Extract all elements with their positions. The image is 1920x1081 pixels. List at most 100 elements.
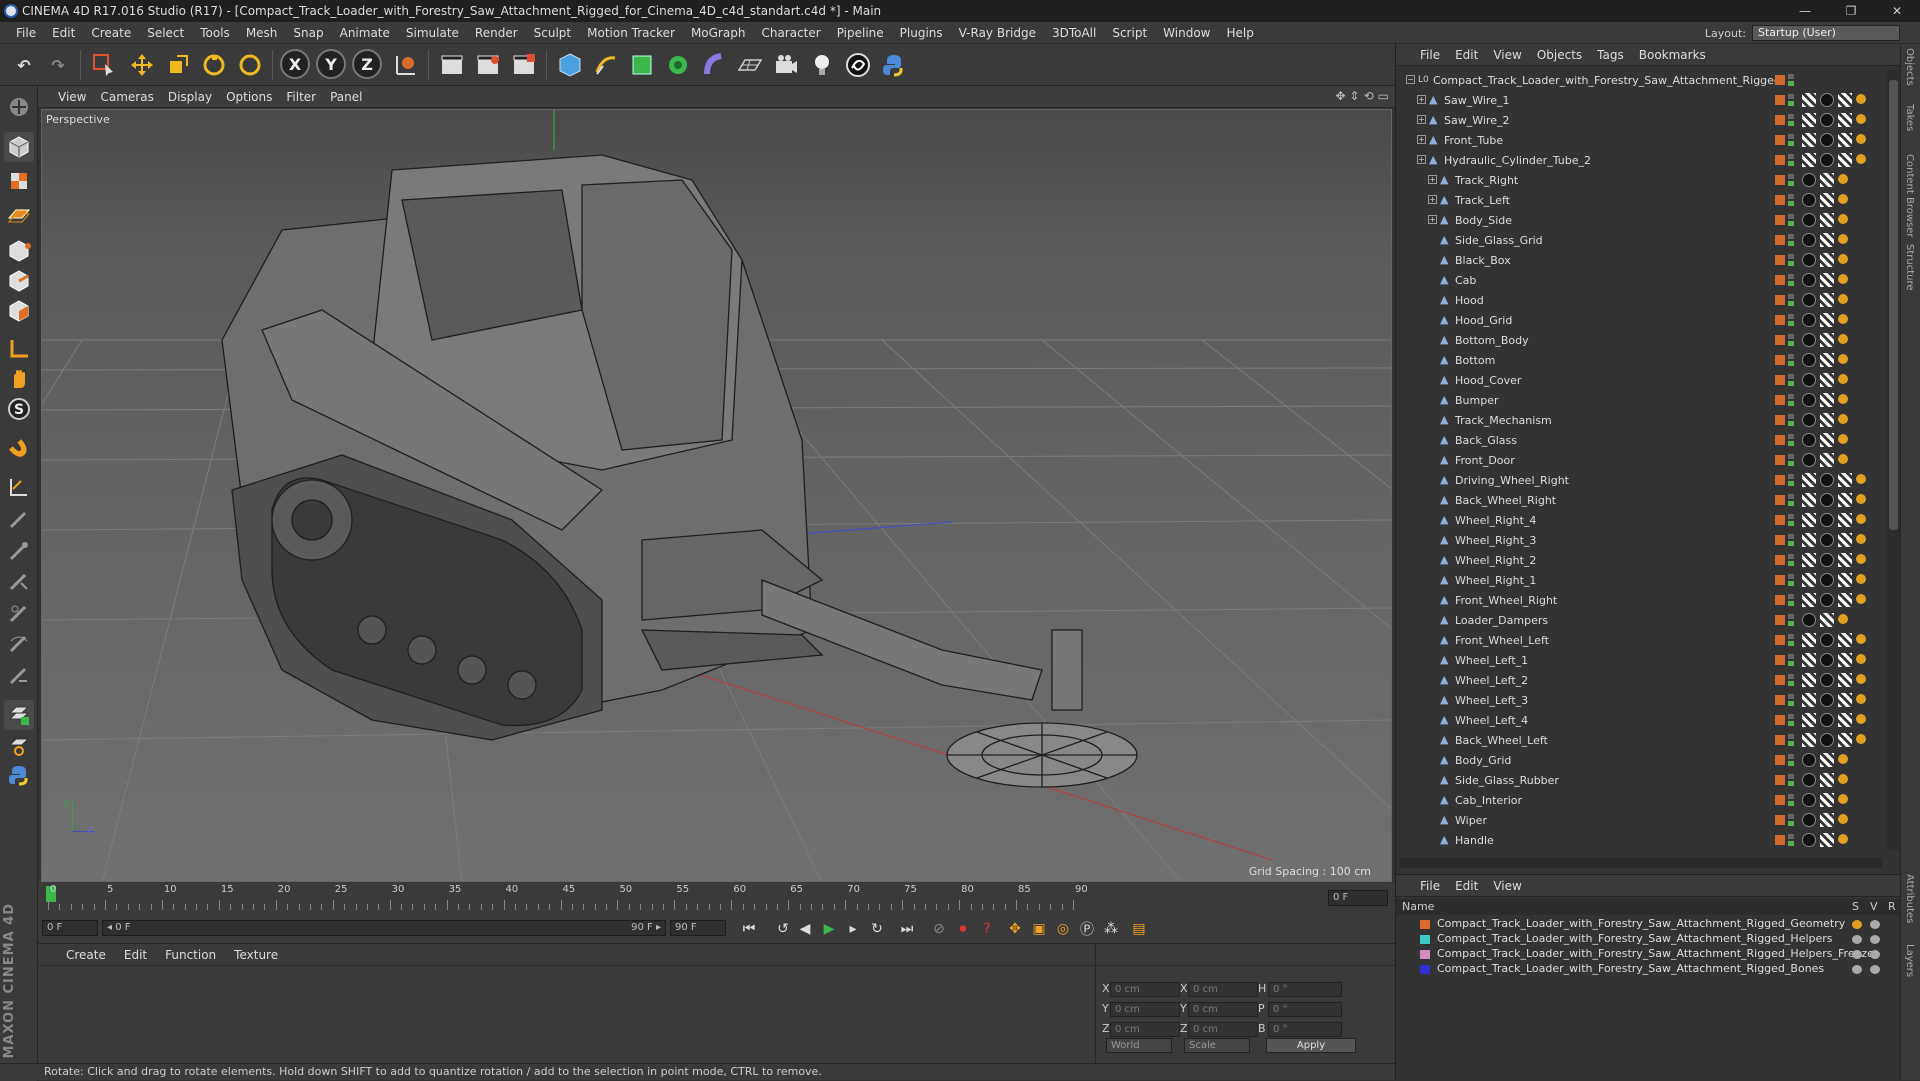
object-row[interactable]: ▲ Cab	[1396, 270, 1886, 290]
uvw-tag-icon[interactable]	[1820, 393, 1834, 407]
floor-button[interactable]	[734, 49, 766, 81]
object-row[interactable]: + ▲ Track_Right	[1396, 170, 1886, 190]
layer-color-swatch[interactable]	[1775, 835, 1785, 845]
editor-visibility-dot[interactable]	[1788, 814, 1794, 819]
object-row[interactable]: ▲ Wheel_Right_1	[1396, 570, 1886, 590]
sketch-toon-button[interactable]	[842, 49, 874, 81]
apply-button[interactable]: Apply	[1266, 1038, 1356, 1053]
editor-visibility-dot[interactable]	[1788, 614, 1794, 619]
minimize-button[interactable]: —	[1782, 0, 1828, 22]
uvw-tag-icon[interactable]	[1838, 733, 1852, 747]
uvw-tag-icon[interactable]	[1802, 673, 1816, 687]
material-tag-icon[interactable]	[1802, 793, 1816, 807]
layer-color-swatch[interactable]	[1775, 355, 1785, 365]
object-row[interactable]: ▲ Loader_Dampers	[1396, 610, 1886, 630]
texture-mode-button[interactable]	[4, 166, 34, 196]
uvw-tag-icon[interactable]	[1820, 333, 1834, 347]
menu-v-ray-bridge[interactable]: V-Ray Bridge	[951, 26, 1044, 40]
coord-value-field[interactable]: 0 cm	[1110, 982, 1180, 997]
object-row[interactable]: ▲ Wheel_Left_3	[1396, 690, 1886, 710]
uvw-tag-icon[interactable]	[1802, 493, 1816, 507]
editor-visibility-dot[interactable]	[1788, 674, 1794, 679]
render-visibility-dot[interactable]	[1788, 381, 1794, 386]
phong-tag-icon[interactable]	[1838, 414, 1848, 424]
object-row[interactable]: ▲ Driving_Wheel_Right	[1396, 470, 1886, 490]
menu-tools[interactable]: Tools	[192, 26, 238, 40]
object-row[interactable]: ▲ Side_Glass_Rubber	[1396, 770, 1886, 790]
uvw-tag-icon[interactable]	[1838, 673, 1852, 687]
phong-tag-icon[interactable]	[1838, 454, 1848, 464]
uvw-tag-icon[interactable]	[1802, 593, 1816, 607]
material-tag-icon[interactable]	[1802, 613, 1816, 627]
layer-color-swatch[interactable]	[1775, 635, 1785, 645]
uvw-tag-icon[interactable]	[1820, 273, 1834, 287]
material-tag-icon[interactable]	[1820, 693, 1834, 707]
layer-color-swatch[interactable]	[1775, 675, 1785, 685]
layer-color-swatch[interactable]	[1775, 555, 1785, 565]
editor-visibility-dot[interactable]	[1788, 514, 1794, 519]
layer-row[interactable]: Compact_Track_Loader_with_Forestry_Saw_A…	[1396, 917, 1901, 932]
material-tag-icon[interactable]	[1820, 553, 1834, 567]
points-mode-button[interactable]	[4, 236, 34, 266]
render-visibility-dot[interactable]	[1788, 541, 1794, 546]
object-menu-objects[interactable]: Objects	[1537, 48, 1582, 62]
uvw-tag-icon[interactable]	[1838, 633, 1852, 647]
layer-solo-icon[interactable]	[1852, 965, 1862, 974]
menu-simulate[interactable]: Simulate	[398, 26, 467, 40]
grid-lock-button[interactable]	[4, 700, 34, 730]
uvw-tag-icon[interactable]	[1838, 93, 1852, 107]
world-dropdown[interactable]: World	[1106, 1038, 1172, 1053]
editor-visibility-dot[interactable]	[1788, 574, 1794, 579]
polygons-mode-button[interactable]	[4, 296, 34, 326]
object-row[interactable]: ▲ Back_Wheel_Left	[1396, 730, 1886, 750]
soft-selection-button[interactable]	[4, 730, 34, 760]
orbit-icon[interactable]: ⟲	[1364, 89, 1374, 103]
layer-solo-icon[interactable]	[1852, 935, 1862, 944]
editor-visibility-dot[interactable]	[1788, 354, 1794, 359]
layout-dropdown[interactable]: Startup (User)	[1752, 25, 1900, 41]
uvw-tag-icon[interactable]	[1820, 293, 1834, 307]
material-tag-icon[interactable]	[1820, 653, 1834, 667]
auto-key-button[interactable]: ?	[976, 918, 998, 940]
uvw-tag-icon[interactable]	[1838, 153, 1852, 167]
object-row[interactable]: + ▲ Saw_Wire_2	[1396, 110, 1886, 130]
uvw-tag-icon[interactable]	[1802, 113, 1816, 127]
uvw-tag-icon[interactable]	[1802, 473, 1816, 487]
layer-visible-icon[interactable]	[1870, 965, 1880, 974]
object-row[interactable]: ▲ Handle	[1396, 830, 1886, 850]
uvw-tag-icon[interactable]	[1802, 533, 1816, 547]
material-tag-icon[interactable]	[1820, 593, 1834, 607]
menu-motion-tracker[interactable]: Motion Tracker	[579, 26, 683, 40]
object-menu-bookmarks[interactable]: Bookmarks	[1639, 48, 1706, 62]
layer-row[interactable]: Compact_Track_Loader_with_Forestry_Saw_A…	[1396, 932, 1901, 947]
magnet-button[interactable]	[4, 434, 34, 464]
editor-visibility-dot[interactable]	[1788, 374, 1794, 379]
current-frame-field[interactable]: 0 F	[42, 920, 98, 936]
magnet-tool-button[interactable]	[4, 660, 34, 690]
editor-visibility-dot[interactable]	[1788, 714, 1794, 719]
layer-visible-icon[interactable]	[1870, 935, 1880, 944]
uvw-tag-icon[interactable]	[1820, 613, 1834, 627]
layer-color-swatch[interactable]	[1775, 455, 1785, 465]
render-picture-viewer-button[interactable]	[472, 49, 504, 81]
expand-toggle-icon[interactable]: −	[1406, 75, 1415, 84]
y-axis-button[interactable]: Y	[316, 49, 346, 79]
phong-tag-icon[interactable]	[1838, 194, 1848, 204]
goto-start-button[interactable]: ⏮	[738, 918, 760, 940]
object-row[interactable]: ▲ Wiper	[1396, 810, 1886, 830]
object-row[interactable]: ▲ Cab_Interior	[1396, 790, 1886, 810]
expand-toggle-icon[interactable]: +	[1428, 175, 1437, 184]
uvw-tag-icon[interactable]	[1820, 353, 1834, 367]
object-row[interactable]: ▲ Bottom	[1396, 350, 1886, 370]
object-list-hscrollbar[interactable]	[1400, 858, 1882, 868]
object-menu-edit[interactable]: Edit	[1455, 48, 1478, 62]
coord-value-field[interactable]: 0 °	[1268, 982, 1342, 997]
object-menu-tags[interactable]: Tags	[1597, 48, 1624, 62]
scale-dropdown[interactable]: Scale	[1184, 1038, 1250, 1053]
render-visibility-dot[interactable]	[1788, 841, 1794, 846]
object-row[interactable]: ▲ Side_Glass_Grid	[1396, 230, 1886, 250]
menu-render[interactable]: Render	[467, 26, 526, 40]
render-visibility-dot[interactable]	[1788, 441, 1794, 446]
material-tag-icon[interactable]	[1802, 813, 1816, 827]
uvw-tag-icon[interactable]	[1820, 793, 1834, 807]
